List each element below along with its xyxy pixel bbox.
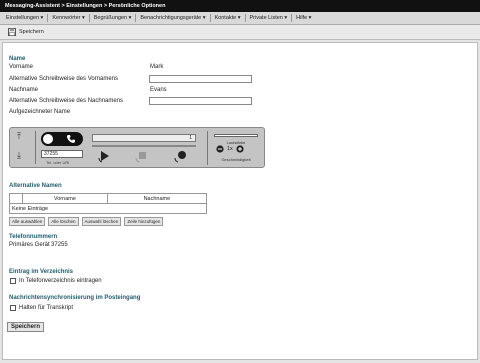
table-header-row: Vorname Nachname: [9, 193, 208, 204]
menu-hilfe[interactable]: Hilfe ▾: [293, 15, 314, 21]
volume-speed-panel: Lautstärke 1x Geschwindigkeit: [207, 131, 262, 165]
menu-begruessungen[interactable]: Begrüßungen ▾: [91, 15, 135, 21]
recording-progress: 1: [92, 134, 196, 142]
menu-kennwoerter[interactable]: Kennwörter ▾: [49, 15, 87, 21]
play-icon[interactable]: [98, 149, 112, 163]
section-title-name: Name: [9, 56, 26, 62]
transcript-checkbox-label: Halten für Transkript: [19, 305, 74, 311]
extension-caption: Tel. oder URI: [46, 160, 70, 165]
minus-icon[interactable]: [216, 145, 224, 153]
menu-kontakte[interactable]: Kontakte ▾: [212, 15, 244, 21]
alt-first-name-input[interactable]: [149, 75, 252, 83]
table-empty-text: Keine Einträge: [9, 203, 207, 214]
first-name-label: Vorname: [9, 64, 34, 70]
record-icon[interactable]: [174, 149, 188, 163]
directory-checkbox[interactable]: [10, 278, 16, 284]
section-title-phone-numbers: Telefonnummern: [9, 234, 58, 240]
section-title-alt-names: Alternative Namen: [9, 183, 62, 189]
section-title-sync: Nachrichtensynchronisierung im Posteinga…: [9, 295, 141, 301]
plus-icon[interactable]: [236, 145, 244, 153]
alt-first-name-label: Alternative Schreibweise des Vornamens: [9, 76, 119, 82]
section-title-directory: Eintrag im Verzeichnis: [9, 269, 74, 275]
menu-divider: [291, 14, 293, 22]
alt-names-table: Vorname Nachname Keine Einträge: [9, 193, 208, 214]
alt-last-name-label: Alternative Schreibweise des Nachnamens: [9, 98, 124, 104]
table-header-first-name: Vorname: [22, 193, 108, 204]
delete-selection-button[interactable]: Auswahl löschen: [81, 217, 122, 226]
phone-toggle[interactable]: [41, 132, 83, 146]
menu-divider: [88, 14, 90, 22]
speed-control: 1x: [216, 145, 244, 153]
save-button[interactable]: Speichern: [7, 322, 45, 332]
arrow-down-icon[interactable]: ⤓: [17, 151, 21, 160]
personal-options-form: Name Vorname Mark Alternative Schreibwei…: [2, 42, 478, 360]
menu-divider: [244, 14, 246, 22]
last-name-label: Nachname: [9, 87, 39, 93]
alt-last-name-input[interactable]: [149, 97, 252, 105]
table-row: Keine Einträge: [9, 203, 207, 214]
recording-counter: 1: [189, 135, 192, 141]
menu-divider: [135, 14, 137, 22]
stop-icon[interactable]: [135, 149, 149, 163]
save-icon: [8, 28, 16, 36]
menu-benachrichtigungsgeraete[interactable]: Benachrichtigungsgeräte ▾: [137, 15, 208, 21]
menu-private-listen[interactable]: Private Listen ▾: [247, 15, 291, 21]
primary-device-label: Primäres Gerät: [9, 242, 50, 248]
arrow-up-icon[interactable]: ⤒: [17, 132, 21, 141]
toolbar: Speichern: [0, 25, 480, 40]
select-all-button[interactable]: Alle auswählen: [9, 217, 46, 226]
speed-value: 1x: [227, 146, 233, 152]
menu-einstellungen[interactable]: Einstellungen ▾: [3, 15, 46, 21]
last-name-value: Evans: [150, 87, 167, 93]
primary-device-value: 37255: [51, 242, 68, 248]
add-row-button[interactable]: Zeile hinzufügen: [124, 217, 164, 226]
menu-divider: [47, 14, 49, 22]
transcript-checkbox[interactable]: [10, 305, 16, 311]
alt-names-button-row: Alle auswählen Alle löschen Auswahl lösc…: [9, 217, 166, 226]
directory-checkbox-label: In Telefonverzeichnis eintragen: [19, 278, 102, 284]
toggle-knob: [43, 134, 53, 144]
recorder-divider: [35, 131, 36, 164]
media-recorder: ⤒ ⤓ 37255 Tel. oder URI 1 Lautstärke 1x …: [9, 127, 265, 168]
table-select-column: [9, 193, 23, 204]
volume-slider[interactable]: [214, 134, 258, 137]
phone-icon: [66, 135, 75, 143]
toolbar-save-label: Speichern: [19, 29, 44, 35]
toolbar-save-button[interactable]: Speichern: [8, 28, 44, 36]
window-title: Messaging-Assistent > Einstellungen > Pe…: [0, 0, 480, 12]
menu-bar: Einstellungen ▾ Kennwörter ▾ Begrüßungen…: [0, 12, 480, 25]
first-name-value: Mark: [150, 64, 164, 70]
menu-divider: [209, 14, 211, 22]
speed-label: Geschwindigkeit: [221, 157, 251, 162]
extension-input[interactable]: 37255: [41, 150, 83, 158]
table-header-last-name: Nachname: [106, 193, 208, 204]
recorded-name-label: Aufgezeichneter Name: [9, 109, 71, 115]
delete-all-button[interactable]: Alle löschen: [48, 217, 79, 226]
position-slider[interactable]: [92, 145, 196, 147]
